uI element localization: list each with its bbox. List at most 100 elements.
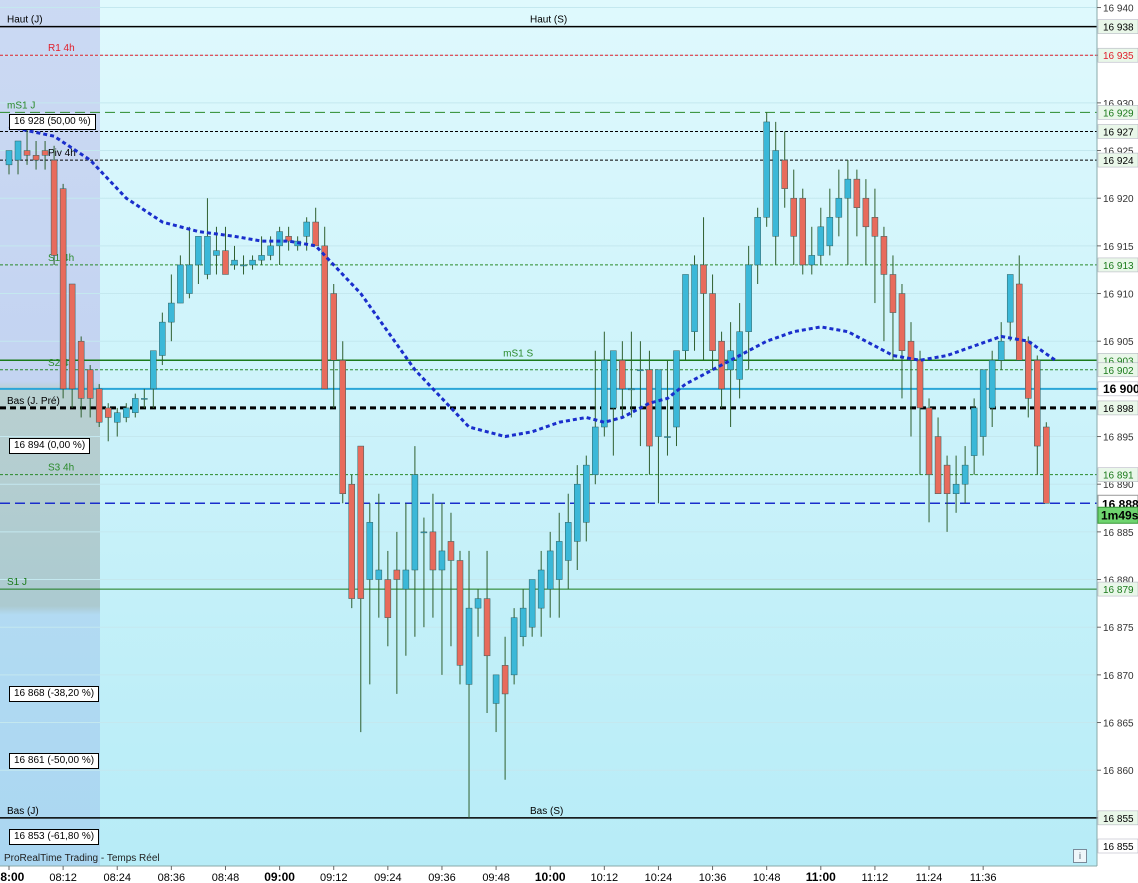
level-label: S1 J [7,577,27,588]
candle-body [1043,426,1050,504]
candle-body [979,369,987,437]
candle-body [123,407,130,418]
fibonacci-label: 16 853 (-61,80 %) [9,828,100,845]
x-tick-label: 10:24 [645,872,673,883]
fibonacci-label: 16 861 (-50,00 %) [9,752,100,769]
x-tick-label: 09:24 [374,872,402,883]
candle-body [14,140,22,161]
candle-body [339,360,346,494]
candle-body [880,236,888,275]
info-icon[interactable]: i [1073,849,1087,863]
candle-body [402,569,410,590]
candle-body [68,283,76,390]
footer-label: ProRealTime Trading - Temps Réel [4,853,160,864]
y-tick-label: 16 905 [1103,337,1134,348]
candle-body [889,274,897,313]
candle-body [637,369,644,372]
candle-body [86,369,94,399]
candle-body [700,264,707,294]
candle-body [276,231,283,247]
level-label-secondary: Haut (S) [530,15,567,26]
candle-body [555,541,563,580]
candle-body [456,560,464,666]
candle-body [1006,274,1014,323]
price-tag-label: 16 902 [1103,366,1134,377]
price-tag-label: 16 900 [1103,382,1138,396]
fibonacci-label: 16 928 (50,00 %) [9,113,96,130]
candle-body [943,464,951,494]
x-tick-label: 11:00 [806,870,836,883]
price-tag-label: 16 879 [1103,585,1134,596]
candle-body [664,436,671,438]
candle-body [222,250,229,275]
candle-body [384,579,392,618]
candle-body [77,340,85,399]
candle-body [483,598,491,657]
x-tick-label: 08:12 [49,872,77,883]
level-label: S3 4h [48,463,74,474]
candle-body [113,412,121,423]
candle-body [32,155,40,161]
candle-body [790,197,797,237]
candle-body [519,607,527,637]
candle-body [501,665,509,695]
y-tick-label: 16 940 [1103,4,1134,15]
candle-body [528,579,536,628]
x-tick-label: 11:12 [862,872,889,883]
candle-body [610,350,617,409]
candle-body [177,264,184,304]
candle-body [411,474,419,571]
price-tag-label-extra: 16 855 [1103,842,1134,853]
y-tick-label: 16 920 [1103,194,1134,205]
y-tick-label: 16 885 [1103,528,1134,539]
candle-body [862,197,870,228]
x-tick-label: 09:12 [320,872,348,883]
candle-body [393,569,401,580]
candle-body [1025,340,1032,399]
chart: Haut (J) Haut (S) R1 4h mS1 J Piv 4h S1 4h S2 … [0,0,1138,883]
candle-body [132,398,139,413]
fibonacci-label: 16 868 (-38,20 %) [9,685,100,702]
candle-body [853,178,861,208]
candle-body [546,550,554,590]
y-tick-label: 16 860 [1103,766,1134,777]
candle-body [321,245,328,390]
candle-body [952,483,960,494]
y-tick-label: 16 915 [1103,242,1134,253]
price-tag-label: 16 924 [1103,156,1134,167]
price-tag-label: 16 927 [1103,127,1134,138]
candle-body [772,150,779,237]
candle-body [988,360,996,409]
candle-body [628,388,635,391]
candle-body [826,217,834,247]
price-tag-label: 16 855 [1103,814,1134,825]
x-tick-label: 10:48 [753,872,781,883]
price-tag-label: 16 891 [1103,471,1134,482]
candle-body [240,264,247,267]
y-tick-label: 16 875 [1103,623,1134,634]
candle-body [474,598,482,609]
candle-body [835,197,843,218]
candle-body [186,264,193,294]
candle-body [330,293,337,361]
x-tick-label: 11:24 [916,872,943,883]
fibonacci-label: 16 894 (0,00 %) [9,438,91,455]
x-tick-label: 10:12 [591,872,619,883]
candle-body [447,541,455,561]
candle-body [249,259,256,266]
candle-body [781,159,788,189]
price-tag-label: 16 929 [1103,108,1134,119]
x-tick-label: 09:00 [264,870,295,883]
price-tag-label: 16 938 [1103,23,1134,34]
candle-body [817,226,825,256]
price-tag-label: 16 935 [1103,51,1134,62]
candle-body [916,360,924,409]
candle-body [997,340,1005,361]
candle-body [709,293,716,351]
candle-body [763,121,770,218]
candle-body [258,255,265,261]
level-label: Piv 4h [48,148,76,159]
candle-body [168,302,175,323]
candle-body [844,178,852,199]
candle-body [898,293,906,351]
